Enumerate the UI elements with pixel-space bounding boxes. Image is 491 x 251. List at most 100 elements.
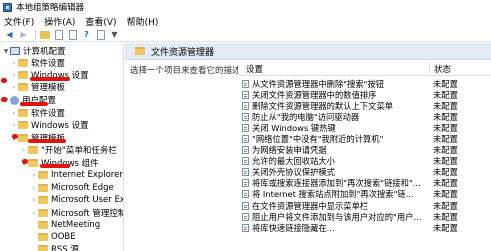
tree-item-microsoft-user-experience[interactable]: › Microsoft User Exp xyxy=(30,194,123,206)
navigation-tree[interactable]: ▼ 计算机配置 › 软件设置 › Windows 设置 › 管理模板 ▼ 用户配… xyxy=(0,43,124,251)
column-header-state[interactable]: 状态 xyxy=(429,62,491,76)
folder-icon xyxy=(18,71,28,79)
menu-view[interactable]: 查看(V) xyxy=(85,15,116,28)
menu-file[interactable]: 文件(F) xyxy=(4,15,34,28)
tree-item-software-settings[interactable]: › 软件设置 xyxy=(10,57,65,69)
table-row[interactable]: 将库快速链接隐藏在... 未配置 xyxy=(240,222,491,233)
collapse-chevron-icon[interactable]: ▼ xyxy=(2,48,10,55)
folder-icon xyxy=(38,221,48,229)
expand-chevron-icon[interactable]: › xyxy=(30,210,38,217)
folder-icon xyxy=(38,196,48,204)
table-row[interactable]: 关闭文件资源管理器中的数值排序 未配置 xyxy=(240,89,491,100)
folder-icon xyxy=(28,146,38,154)
group-policy-editor-icon xyxy=(3,2,12,12)
table-row[interactable]: 防止从"我的电脑"访问驱动器 未配置 xyxy=(240,111,491,122)
table-row[interactable]: 删除文件资源管理器的默认上下文菜单 未配置 xyxy=(240,100,491,111)
tree-item-oobe[interactable]: OOBE xyxy=(30,231,76,243)
table-row[interactable]: 在文件资源管理器中显示菜单栏 未配置 xyxy=(240,200,491,211)
expand-chevron-icon[interactable]: › xyxy=(10,60,18,67)
menu-help[interactable]: 帮助(H) xyxy=(127,15,159,28)
tree-item-start-menu-taskbar[interactable]: › "开始"菜单和任务栏 xyxy=(20,144,117,156)
red-underline-mark xyxy=(28,139,66,143)
table-row[interactable]: 从文件资源管理器中删除"搜索"按钮 未配置 xyxy=(240,78,491,89)
expand-chevron-icon[interactable]: › xyxy=(30,197,38,204)
folder-icon xyxy=(28,159,38,167)
folder-icon xyxy=(18,134,28,142)
policy-setting-icon xyxy=(242,146,249,155)
table-row[interactable]: 阻止用户将文件添加到与该用户对应的"用户... 未配置 xyxy=(240,211,491,222)
export-list-icon[interactable] xyxy=(67,29,78,40)
table-row[interactable]: "网络位置"中没有"我附近的计算机" 未配置 xyxy=(240,133,491,144)
red-annotation-mark xyxy=(1,97,7,102)
red-annotation-mark xyxy=(1,78,7,83)
folder-icon xyxy=(18,59,28,67)
expand-chevron-icon[interactable]: › xyxy=(30,185,38,192)
user-icon xyxy=(10,95,19,105)
panel-header: 文件资源管理器 xyxy=(125,43,491,60)
back-arrow-icon[interactable]: ◀ xyxy=(4,29,15,40)
expand-chevron-icon[interactable]: › xyxy=(30,172,38,179)
toolbar: ◀ ▶ ? ▼ xyxy=(0,28,491,42)
red-underline-mark xyxy=(40,164,70,168)
tree-item-computer-config[interactable]: ▼ 计算机配置 xyxy=(2,45,66,57)
window-title: 本地组策略编辑器 xyxy=(16,3,85,13)
menu-action[interactable]: 操作(A) xyxy=(44,15,75,28)
expand-chevron-icon[interactable]: › xyxy=(10,110,18,117)
help-icon[interactable]: ? xyxy=(81,29,92,40)
menu-bar: 文件(F) 操作(A) 查看(V) 帮助(H) xyxy=(0,14,491,28)
column-header-setting[interactable]: 设置 xyxy=(240,63,429,75)
folder-icon xyxy=(38,209,48,217)
policy-setting-icon xyxy=(242,168,249,177)
folder-icon xyxy=(18,121,28,129)
settings-table-header: 设置 状态 xyxy=(240,62,491,76)
expand-chevron-icon[interactable]: › xyxy=(10,84,18,91)
policy-setting-icon xyxy=(242,157,249,166)
settings-table: 从文件资源管理器中删除"搜索"按钮 未配置 关闭文件资源管理器中的数值排序 未配… xyxy=(240,78,491,251)
policy-setting-icon xyxy=(242,212,249,221)
tree-item-microsoft-edge[interactable]: › Microsoft Edge xyxy=(30,182,114,194)
expand-chevron-icon[interactable]: › xyxy=(10,72,18,79)
folder-icon xyxy=(38,245,48,251)
folder-icon xyxy=(38,171,48,179)
expand-chevron-icon[interactable]: › xyxy=(10,122,18,129)
tree-item-admin-templates[interactable]: › 管理模板 xyxy=(10,81,65,93)
panel-title: 文件资源管理器 xyxy=(151,47,215,58)
table-row[interactable]: 为网络安装申请凭据 未配置 xyxy=(240,145,491,156)
red-underline-mark xyxy=(20,102,48,106)
filter-icon[interactable]: ▼ xyxy=(109,29,120,40)
forward-arrow-icon[interactable]: ▶ xyxy=(18,29,29,40)
policy-setting-icon xyxy=(242,135,249,144)
red-underline-mark xyxy=(30,77,70,81)
policy-setting-icon xyxy=(242,223,249,232)
policy-setting-icon xyxy=(242,90,249,99)
table-row[interactable]: 允许的最大回收站大小 未配置 xyxy=(240,156,491,167)
folder-icon xyxy=(18,83,28,91)
folder-icon xyxy=(135,47,145,55)
red-annotation-mark xyxy=(22,159,28,164)
console-sheet-icon[interactable] xyxy=(95,29,106,40)
toolbar-divider xyxy=(35,29,36,40)
folder-up-icon[interactable] xyxy=(39,29,50,40)
tree-item-rss-feeds[interactable]: RSS 源 xyxy=(30,243,79,251)
properties-sheet-icon[interactable] xyxy=(53,29,64,40)
tree-item-internet-explorer[interactable]: › Internet Explorer xyxy=(30,169,123,181)
title-bar: 本地组策略编辑器 xyxy=(0,0,491,14)
folder-icon xyxy=(18,109,28,117)
policy-setting-icon xyxy=(242,123,249,132)
table-row[interactable]: 关闭外壳协议保护模式 未配置 xyxy=(240,167,491,178)
table-row[interactable]: 将 Internet 搜索站点附加到"再次搜索"链... 未配置 xyxy=(240,189,491,200)
policy-setting-icon xyxy=(242,112,249,121)
table-row[interactable]: 将库或搜索连接器添加到"再次搜索"链接和"... 未配置 xyxy=(240,178,491,189)
tree-item-netmeeting[interactable]: NetMeeting xyxy=(30,219,100,231)
computer-icon xyxy=(10,47,20,55)
table-row[interactable]: 关闭 Windows 键热键 未配置 xyxy=(240,122,491,133)
tree-item-microsoft-management-console[interactable]: › Microsoft 管理控制 xyxy=(30,207,123,219)
policy-setting-icon xyxy=(242,190,249,199)
folder-icon xyxy=(38,233,48,241)
policy-setting-icon xyxy=(242,179,249,188)
expand-chevron-icon[interactable]: › xyxy=(20,147,28,154)
policy-setting-icon xyxy=(242,201,249,210)
policy-setting-icon xyxy=(242,101,249,110)
tree-item-software-settings[interactable]: › 软件设置 xyxy=(10,107,65,119)
tree-item-windows-settings[interactable]: › Windows 设置 xyxy=(10,119,89,131)
